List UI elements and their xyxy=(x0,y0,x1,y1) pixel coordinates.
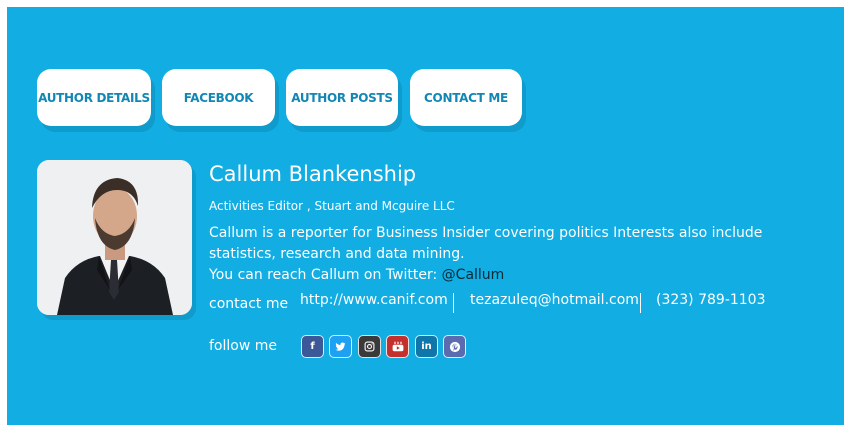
tab-author-posts[interactable]: AUTHOR POSTS xyxy=(286,69,398,126)
tab-facebook[interactable]: FACEBOOK xyxy=(162,69,275,126)
author-avatar xyxy=(37,160,192,315)
email-link[interactable]: tezazuleq@hotmail.com xyxy=(470,292,639,308)
contact-label: contact me xyxy=(209,296,289,312)
divider xyxy=(453,293,454,313)
instagram-icon[interactable] xyxy=(358,335,381,358)
author-name: Callum Blankenship xyxy=(209,162,417,186)
facebook-icon[interactable]: f xyxy=(301,335,324,358)
bio-twitter-prefix: You can reach Callum on Twitter: xyxy=(209,267,442,283)
follow-label: follow me xyxy=(209,338,277,354)
bio-twitter-line: You can reach Callum on Twitter: @Callum xyxy=(209,265,769,286)
website-link[interactable]: http://www.canif.com xyxy=(300,292,448,308)
author-role: Activities Editor , Stuart and Mcguire L… xyxy=(209,199,455,213)
youtube-icon[interactable] xyxy=(386,335,409,358)
tab-author-details[interactable]: AUTHOR DETAILS xyxy=(37,69,151,126)
phone-link[interactable]: (323) 789-1103 xyxy=(656,292,766,308)
tab-contact-me[interactable]: CONTACT ME xyxy=(410,69,522,126)
author-bio: Callum is a reporter for Business Inside… xyxy=(209,223,769,286)
pinterest-icon[interactable] xyxy=(443,335,466,358)
divider xyxy=(640,293,641,313)
author-box: AUTHOR DETAILS FACEBOOK AUTHOR POSTS CON… xyxy=(7,7,844,425)
twitter-icon[interactable] xyxy=(329,335,352,358)
twitter-handle-link[interactable]: @Callum xyxy=(442,267,505,283)
bio-text: Callum is a reporter for Business Inside… xyxy=(209,225,763,262)
linkedin-icon[interactable]: in xyxy=(415,335,438,358)
